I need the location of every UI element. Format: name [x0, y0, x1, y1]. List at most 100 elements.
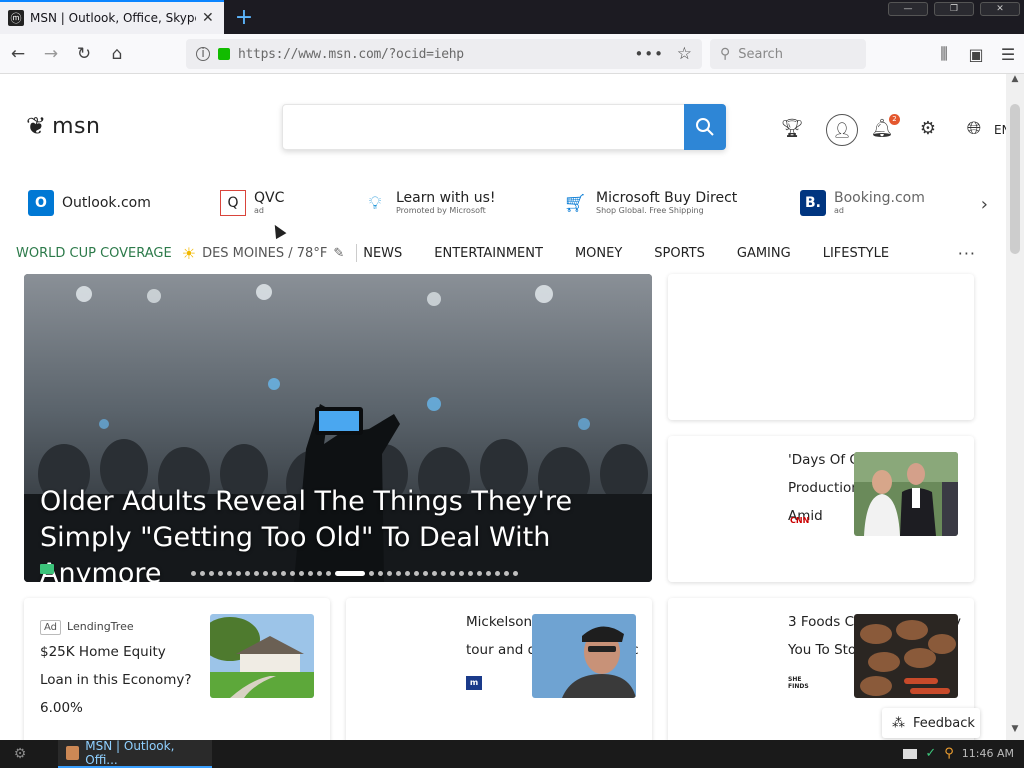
- info-icon[interactable]: i: [196, 47, 210, 61]
- feedback-icon: ⁂: [892, 715, 905, 731]
- keyboard-icon[interactable]: [903, 748, 918, 759]
- msn-search-button[interactable]: [684, 104, 726, 150]
- msn-logo[interactable]: ❦ msn: [26, 112, 100, 140]
- quick-link-outlook[interactable]: O Outlook.com: [28, 190, 151, 216]
- forward-icon[interactable]: →: [36, 39, 66, 69]
- ad-card-lendingtree[interactable]: Ad LendingTree $25K Home Equity Loan in t…: [24, 598, 330, 740]
- msn-favicon-icon: ⓜ: [8, 10, 24, 26]
- start-menu-icon[interactable]: ⚙: [0, 740, 40, 768]
- feedback-button[interactable]: ⁂ Feedback: [882, 708, 980, 738]
- msn-page: ❦ msn 🏆︎ 👤︎ 🔔︎ 2 ⚙ 🌐︎ EN O Outlook.com Q…: [0, 74, 1006, 740]
- nav-item-lifestyle[interactable]: LIFESTYLE: [823, 246, 889, 261]
- maximize-button[interactable]: ❐: [934, 2, 974, 16]
- browser-tab[interactable]: ⓜ MSN | Outlook, Office, Skype ✕: [0, 0, 224, 34]
- notifications-bell-icon[interactable]: 🔔︎ 2: [870, 114, 900, 142]
- close-tab-icon[interactable]: ✕: [202, 10, 214, 26]
- scroll-down-icon[interactable]: ▼: [1006, 724, 1024, 740]
- wedding-thumbnail-image: [854, 452, 958, 536]
- quick-link-label: Booking.com: [834, 190, 925, 206]
- avatar[interactable]: 👤︎: [826, 114, 858, 146]
- source-logo: m: [466, 676, 482, 690]
- rewards-trophy-icon[interactable]: 🏆︎: [780, 118, 804, 142]
- home-icon[interactable]: ⌂: [102, 39, 132, 69]
- search-tray-icon[interactable]: ⚲: [944, 746, 954, 761]
- ad-chip: Ad: [40, 620, 62, 635]
- ad-placeholder-card[interactable]: [668, 274, 974, 420]
- nav-item-money[interactable]: MONEY: [575, 246, 622, 261]
- sidebar-icon[interactable]: ▣: [960, 45, 992, 64]
- grilled-food-thumbnail-image: [854, 614, 958, 698]
- close-window-button[interactable]: ✕: [980, 2, 1020, 16]
- quick-link-sub: ad: [254, 206, 264, 215]
- network-icon[interactable]: ✓: [925, 746, 936, 761]
- quick-link-sub: ad: [834, 206, 844, 215]
- news-card-days-of-our-lives[interactable]: 'Days Of Our Lives' Production Shut Down…: [668, 436, 974, 582]
- sponsor-name: LendingTree: [67, 620, 134, 633]
- taskbar-window-title: MSN | Outlook, Offi...: [85, 739, 175, 767]
- url-bar[interactable]: i https://www.msn.com/?ocid=iehp ••• ☆: [186, 39, 702, 69]
- taskbar: ⚙ MSN | Outlook, Offi... ✓ ⚲ 11:46 AM: [0, 739, 1024, 768]
- new-tab-icon[interactable]: +: [234, 5, 254, 30]
- bookmark-star-icon[interactable]: ☆: [677, 44, 692, 64]
- tab-title: MSN | Outlook, Office, Skype: [30, 11, 196, 25]
- scroll-thumb[interactable]: [1010, 104, 1020, 254]
- system-tray: ✓ ⚲ 11:46 AM: [903, 746, 1014, 761]
- weather-widget[interactable]: ☀ DES MOINES / 78°F ✎: [182, 244, 345, 263]
- category-nav: WORLD CUP COVERAGE ☀ DES MOINES / 78°F ✎…: [16, 242, 976, 264]
- more-options-icon[interactable]: ···: [958, 244, 976, 263]
- chevron-right-icon[interactable]: ›: [981, 194, 988, 215]
- hero-card[interactable]: Older Adults Reveal The Things They're S…: [24, 274, 652, 582]
- msn-search-input[interactable]: [282, 104, 726, 150]
- quick-link-label: Outlook.com: [62, 195, 151, 211]
- url-text[interactable]: https://www.msn.com/?ocid=iehp: [238, 47, 464, 62]
- search-placeholder: Search: [738, 46, 783, 62]
- globe-icon[interactable]: 🌐︎: [962, 118, 986, 142]
- quick-link-label: QVC: [254, 190, 285, 206]
- window-controls: — ❐ ✕: [888, 2, 1020, 16]
- golfer-thumbnail-image: [532, 614, 636, 698]
- header-icons: 🏆︎ 👤︎ 🔔︎ 2 ⚙ 🌐︎ EN: [780, 114, 1006, 146]
- browser-search-box[interactable]: ⚲ Search: [710, 39, 866, 69]
- quick-link-buy-direct[interactable]: 🛒︎ Microsoft Buy Direct Shop Global. Fre…: [562, 190, 738, 216]
- hero-headline[interactable]: Older Adults Reveal The Things They're S…: [40, 484, 636, 582]
- reload-icon[interactable]: ↻: [69, 39, 99, 69]
- back-icon[interactable]: ←: [3, 39, 33, 69]
- sun-icon: ☀: [181, 243, 197, 263]
- source-logo: SHE FINDS: [788, 676, 809, 690]
- scroll-up-icon[interactable]: ▲: [1006, 74, 1024, 90]
- edit-pencil-icon[interactable]: ✎: [333, 246, 344, 261]
- nav-item-sports[interactable]: SPORTS: [654, 246, 705, 261]
- source-logo: CNN: [790, 516, 810, 525]
- quick-link-sub: Shop Global. Free Shipping: [596, 206, 704, 215]
- quick-link-label: Microsoft Buy Direct: [596, 190, 738, 206]
- clock: 11:46 AM: [961, 747, 1014, 760]
- library-icon[interactable]: ⫼: [928, 44, 960, 64]
- nav-item-gaming[interactable]: GAMING: [737, 246, 791, 261]
- ad-label-row: Ad LendingTree: [40, 620, 134, 635]
- butterfly-icon: ❦: [26, 112, 47, 140]
- card-headline[interactable]: $25K Home Equity Loan in this Economy? 6…: [40, 638, 200, 722]
- cart-icon: 🛒︎: [563, 192, 587, 214]
- quick-link-qvc[interactable]: Q QVC ad: [220, 190, 284, 216]
- language-label[interactable]: EN: [994, 123, 1006, 137]
- menu-icon[interactable]: ☰: [992, 45, 1024, 64]
- news-card-mickelson[interactable]: Mickelson BLASTS PGA tour and demands 'p…: [346, 598, 652, 740]
- navigation-bar: ← → ↻ ⌂ i https://www.msn.com/?ocid=iehp…: [0, 34, 1024, 74]
- search-icon: [696, 118, 714, 136]
- quick-link-learn[interactable]: 💡︎ Learn with us! Promoted by Microsoft: [362, 190, 496, 216]
- outlook-icon: O: [28, 190, 54, 216]
- page-actions-icon[interactable]: •••: [634, 45, 664, 63]
- taskbar-window-button[interactable]: MSN | Outlook, Offi...: [58, 739, 212, 768]
- nav-item-news[interactable]: NEWS: [363, 246, 402, 261]
- feedback-label: Feedback: [913, 715, 975, 731]
- settings-gear-icon[interactable]: ⚙: [916, 118, 940, 142]
- quick-link-label: Learn with us!: [396, 190, 496, 206]
- nav-item-entertainment[interactable]: ENTERTAINMENT: [434, 246, 543, 261]
- notification-badge: 2: [889, 114, 900, 125]
- booking-icon: B.: [800, 190, 826, 216]
- quick-link-booking[interactable]: B. Booking.com ad: [800, 190, 925, 216]
- carousel-dots[interactable]: [174, 571, 534, 576]
- minimize-button[interactable]: —: [888, 2, 928, 16]
- page-scrollbar[interactable]: ▲ ▼: [1006, 74, 1024, 740]
- nav-world-cup[interactable]: WORLD CUP COVERAGE: [16, 246, 172, 261]
